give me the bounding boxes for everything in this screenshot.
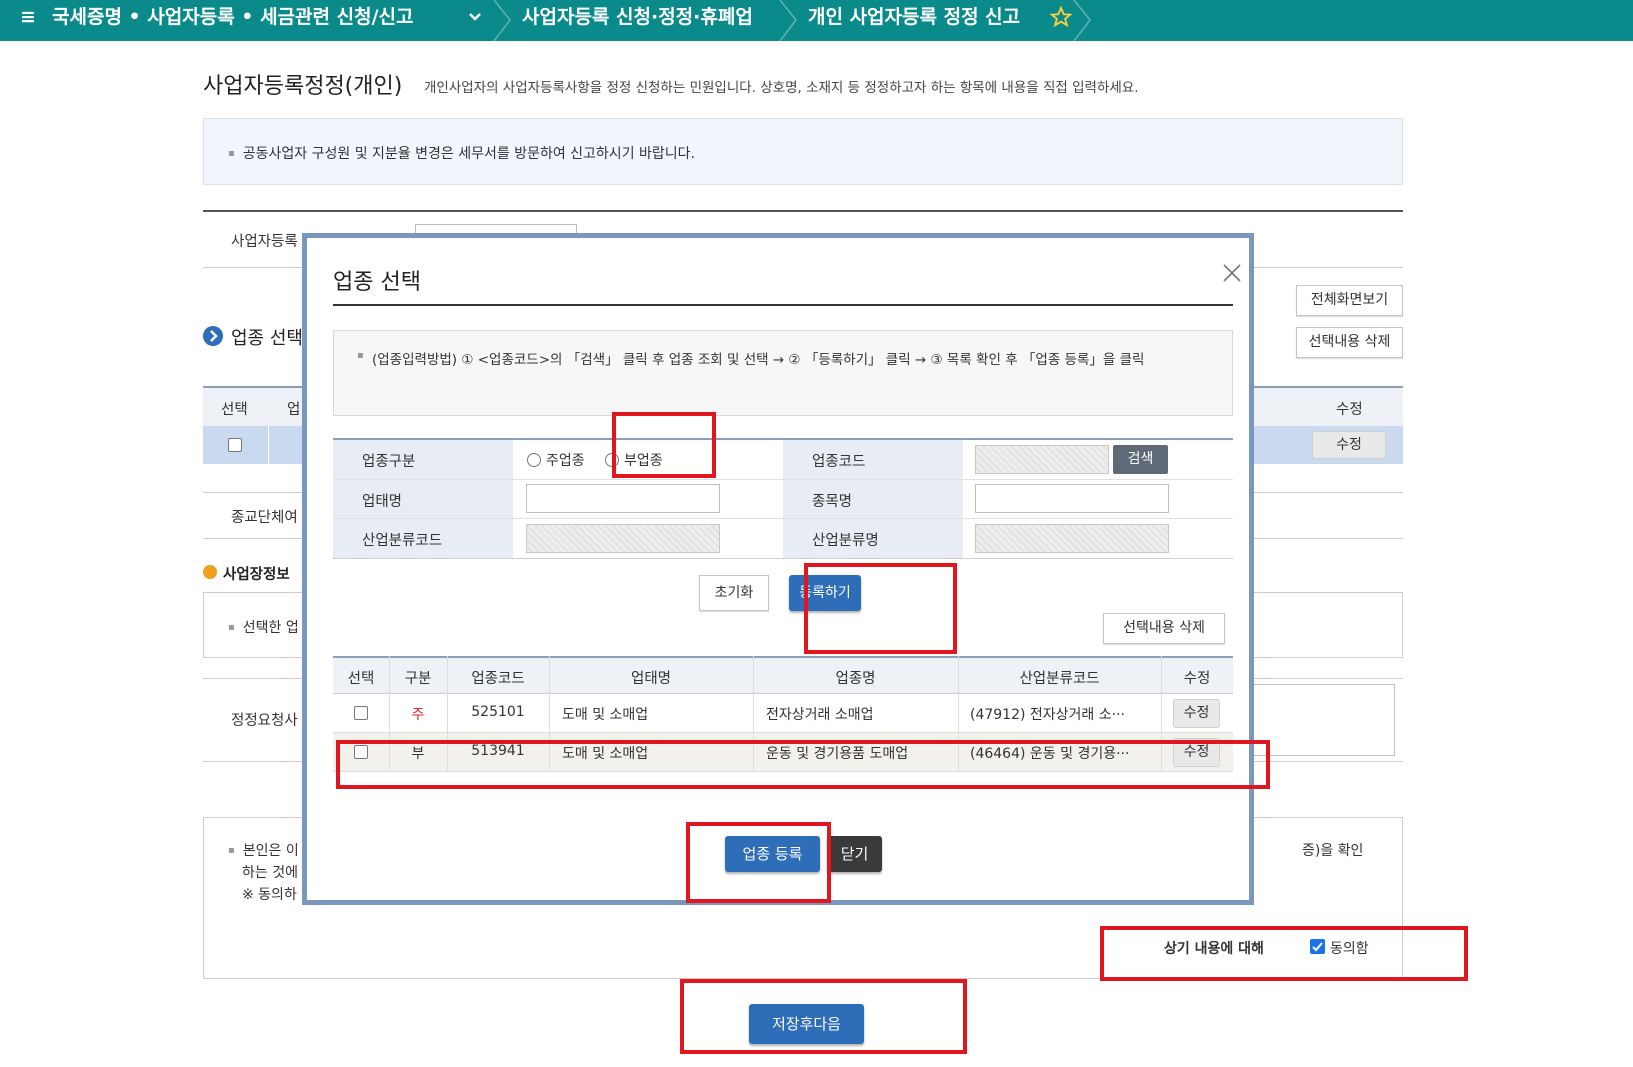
consent-text-3: ※ 동의하 xyxy=(242,887,297,903)
code-input xyxy=(975,445,1109,474)
result-table-header: 선택 구분 업종코드 업태명 업종명 산업분류코드 수정 xyxy=(333,656,1233,694)
main-industry-label: 주업종 xyxy=(546,453,585,469)
consent-text-2: 하는 것에 xyxy=(242,865,298,881)
annotation-box-register xyxy=(804,563,957,654)
row-code: 525101 xyxy=(471,704,525,720)
row-edit-button[interactable]: 수정 xyxy=(1173,699,1220,728)
th-class: 산업분류코드 xyxy=(1019,671,1100,687)
type-label: 업종구분 xyxy=(333,440,513,479)
page-title: 사업자등록정정(개인) xyxy=(203,74,403,99)
th-biztype: 업태명 xyxy=(630,671,672,687)
item-input[interactable] xyxy=(975,484,1169,513)
industry-select-modal: 업종 선택 (업종입력방법) ① <업종코드>의 「검색」 클릭 후 업종 조회… xyxy=(302,233,1254,905)
row-biztype: 도매 및 소매업 xyxy=(562,707,649,723)
col-select: 선택 xyxy=(221,402,248,418)
chevron-down-icon[interactable] xyxy=(468,0,482,41)
class-name-label: 산업분류명 xyxy=(783,519,963,558)
notice-box: 공동사업자 구성원 및 지분율 변경은 세무서를 방문하여 신고하시기 바랍니다… xyxy=(203,118,1403,185)
row-checkbox[interactable] xyxy=(354,706,368,720)
bizno-label: 사업자등록 xyxy=(231,234,298,250)
biztype-label: 업태명 xyxy=(333,480,513,518)
close-icon[interactable] xyxy=(1223,264,1241,286)
breadcrumb-current: 개인 사업자등록 정정 신고 xyxy=(808,6,1021,28)
guide-bullet: ▪ xyxy=(357,350,364,361)
item-label: 종목명 xyxy=(783,480,963,518)
guide-text: (업종입력방법) ① <업종코드>의 「검색」 클릭 후 업종 조회 및 선택 … xyxy=(372,352,1145,368)
search-button[interactable]: 검색 xyxy=(1113,445,1168,474)
class-name-input xyxy=(975,524,1169,553)
info-circle-icon xyxy=(203,565,217,579)
edit-button[interactable]: 수정 xyxy=(1312,431,1386,459)
annotation-box-consent xyxy=(1100,926,1468,981)
guide-box: (업종입력방법) ① <업종코드>의 「검색」 클릭 후 업종 조회 및 선택 … xyxy=(333,330,1233,416)
th-select: 선택 xyxy=(347,671,375,687)
page-description: 개인사업자의 사업자등록사항을 정정 신청하는 민원입니다. 상호명, 소재지 … xyxy=(424,80,1139,96)
fullscreen-button[interactable]: 전체화면보기 xyxy=(1296,285,1403,316)
row-name: 전자상거래 소매업 xyxy=(766,707,874,723)
annotation-box-confirm xyxy=(686,822,831,903)
class-code-input xyxy=(526,524,720,553)
workplace-note: 선택한 업 xyxy=(228,617,299,637)
religion-label: 종교단체여 xyxy=(231,510,298,526)
modal-title: 업종 선택 xyxy=(333,270,421,295)
favorite-star-icon[interactable] xyxy=(1049,5,1073,46)
col-industry: 업 xyxy=(287,402,301,418)
close-button[interactable]: 닫기 xyxy=(827,836,882,872)
th-type: 구분 xyxy=(404,671,432,687)
correction-label: 정정요청사 xyxy=(231,713,298,729)
breadcrumb-separator-icon xyxy=(778,0,808,41)
th-code: 업종코드 xyxy=(471,671,525,687)
industry-form: 업종구분 주업종 부업종 업종코드 검색 업태명 종목명 산업분류코드 산업분류… xyxy=(333,438,1233,559)
consent-text-1: 본인은 이 xyxy=(228,840,299,860)
breadcrumb-separator-icon xyxy=(492,0,522,41)
col-edit: 수정 xyxy=(1336,402,1363,418)
arrow-circle-icon xyxy=(203,326,223,346)
breadcrumb-registration[interactable]: 사업자등록 신청·정정·휴폐업 xyxy=(522,0,753,41)
row-type: 주 xyxy=(411,707,425,723)
workplace-section-title: 사업장정보 xyxy=(223,567,290,583)
notice-text: 공동사업자 구성원 및 지분율 변경은 세무서를 방문하여 신고하시기 바랍니다… xyxy=(228,143,695,163)
code-label: 업종코드 xyxy=(783,440,963,479)
biztype-input[interactable] xyxy=(526,484,720,513)
annotation-box-sub-row xyxy=(336,740,1270,789)
annotation-box-save-next xyxy=(680,979,967,1054)
correction-textarea[interactable] xyxy=(1253,684,1395,756)
main-industry-radio[interactable] xyxy=(527,453,541,467)
breadcrumb-separator-icon xyxy=(1072,0,1102,41)
row-class: (47912) 전자상거래 소··· xyxy=(970,707,1125,723)
th-name: 업종명 xyxy=(835,671,876,687)
delete-selected-button[interactable]: 선택내용 삭제 xyxy=(1103,613,1225,644)
table-row: 주 525101 도매 및 소매업 전자상거래 소매업 (47912) 전자상거… xyxy=(333,694,1233,733)
th-edit: 수정 xyxy=(1183,671,1211,687)
class-code-label: 산업분류코드 xyxy=(333,519,513,558)
delete-selected-button-bg[interactable]: 선택내용 삭제 xyxy=(1296,327,1403,358)
annotation-box-sub-industry xyxy=(612,412,716,478)
row-checkbox[interactable] xyxy=(228,438,242,452)
reset-button[interactable]: 초기화 xyxy=(699,575,769,611)
industry-section-title: 업종 선택 xyxy=(231,328,303,349)
consent-text-1-tail: 증)을 확인 xyxy=(1302,843,1364,859)
hamburger-menu-icon[interactable]: ≡ xyxy=(20,0,36,41)
top-navigation-bar: ≡ 국세증명 • 사업자등록 • 세금관련 신청/신고 사업자등록 신청·정정·… xyxy=(0,0,1633,41)
title-divider xyxy=(333,304,1233,306)
nav-menu-label[interactable]: 국세증명 • 사업자등록 • 세금관련 신청/신고 xyxy=(52,0,413,41)
